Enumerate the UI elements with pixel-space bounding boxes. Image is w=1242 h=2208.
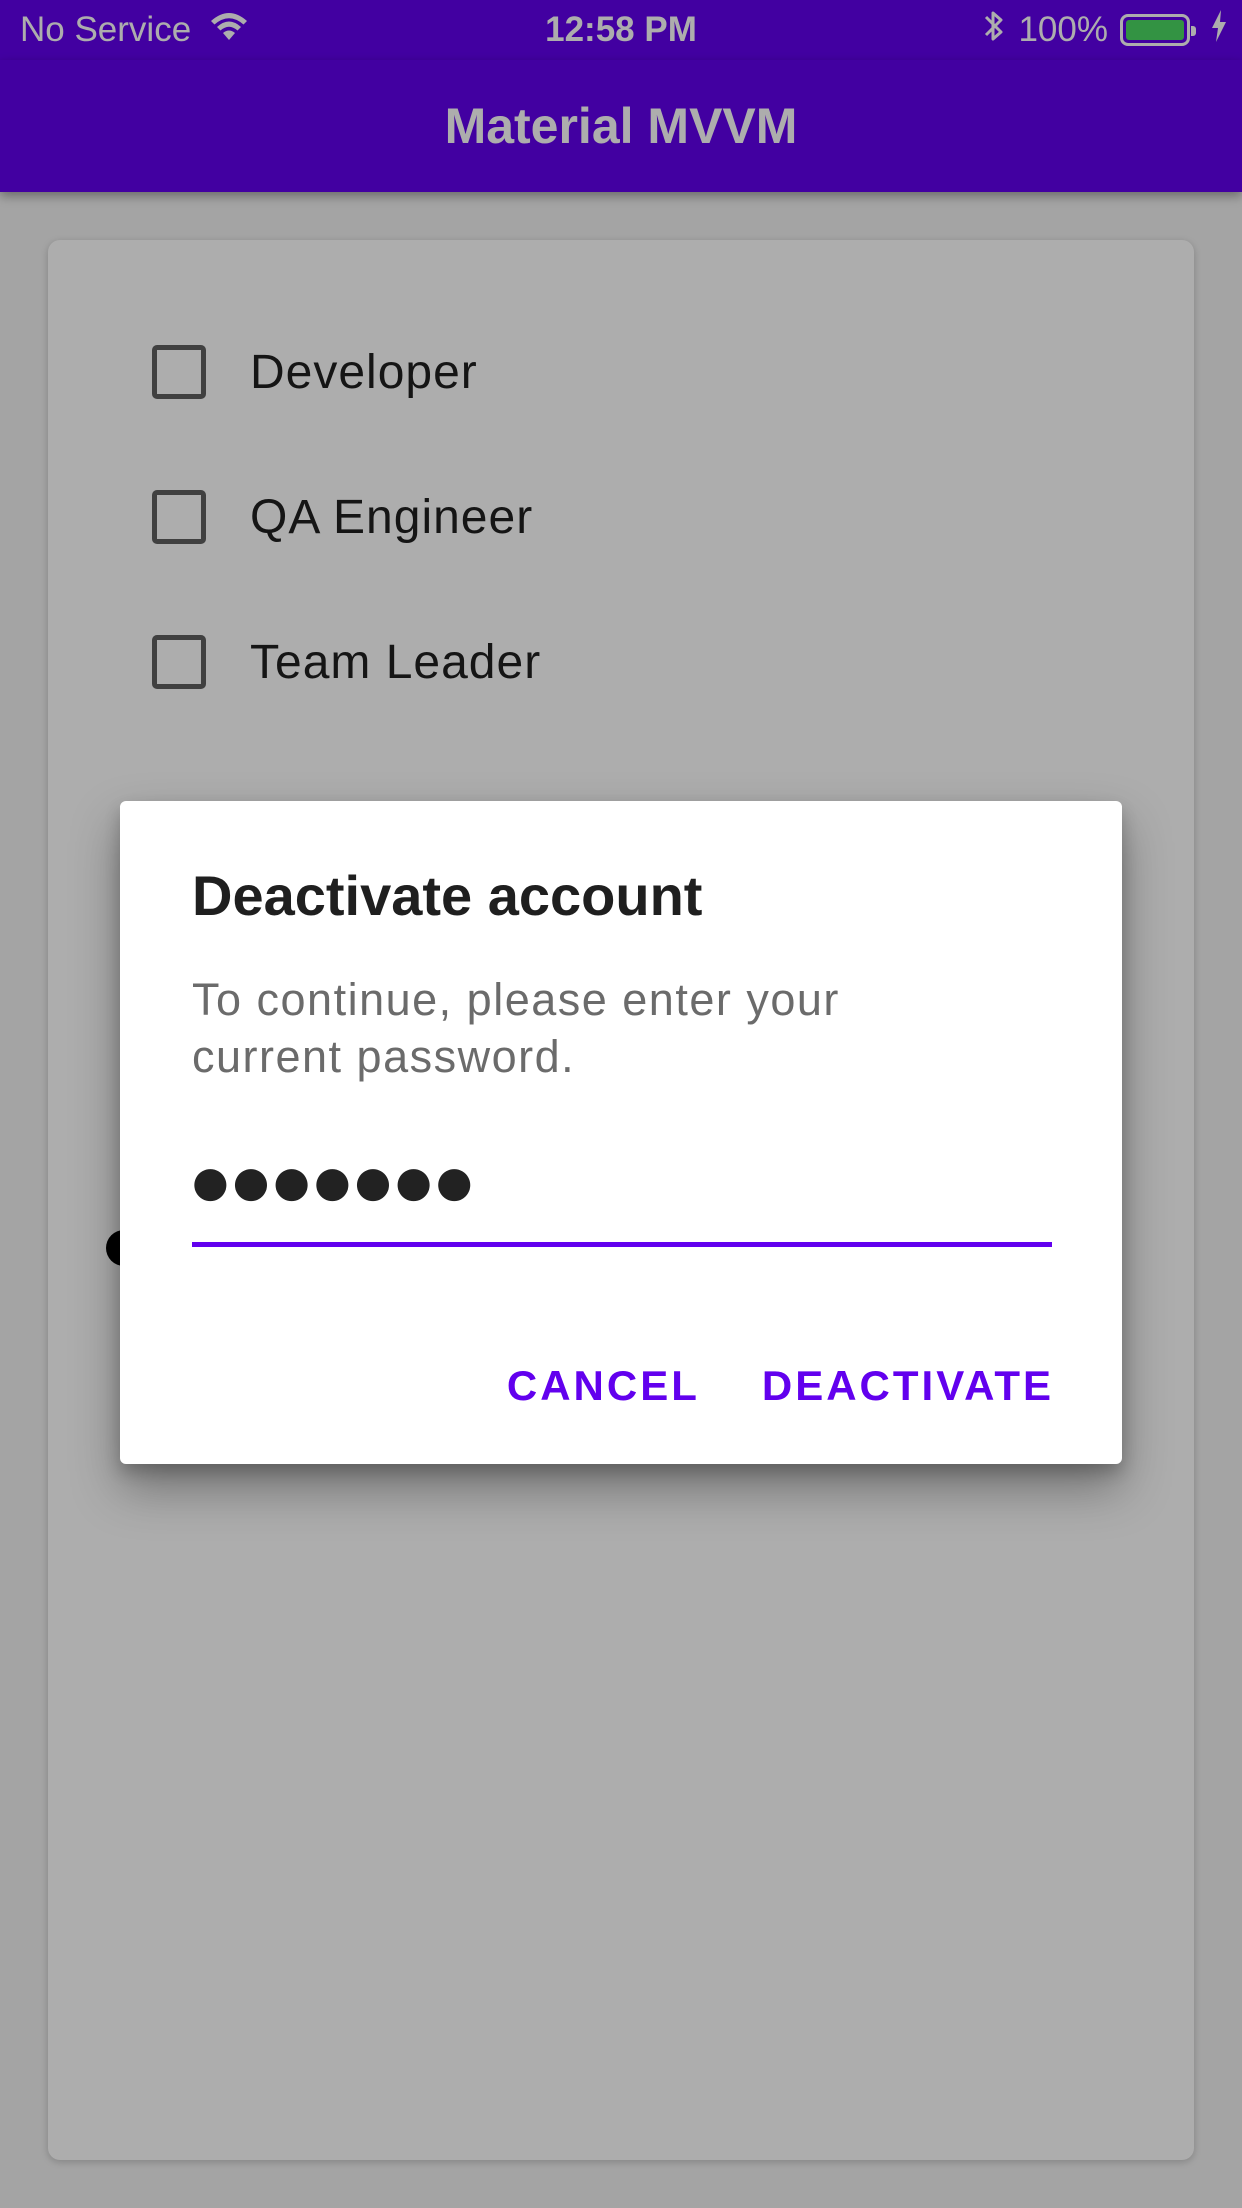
password-field[interactable] [192,1146,1052,1216]
deactivate-button[interactable]: DEACTIVATE [762,1362,1054,1410]
deactivate-dialog: Deactivate account To continue, please e… [120,801,1122,1464]
dialog-message: To continue, please enter your current p… [192,974,840,1082]
cancel-button[interactable]: CANCEL [507,1362,700,1410]
input-underline [192,1242,1052,1247]
dialog-title: Deactivate account [192,864,703,927]
dialog-actions: CANCEL DEACTIVATE [507,1356,1054,1416]
